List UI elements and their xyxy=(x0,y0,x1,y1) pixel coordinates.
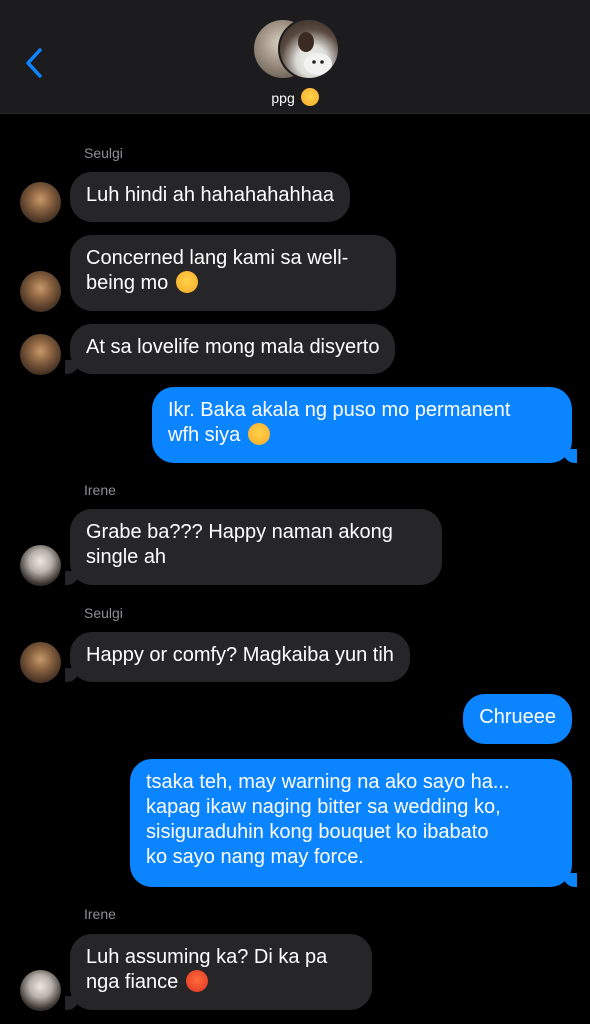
message-bubble-incoming[interactable]: Happy or comfy? Magkaiba yun tih xyxy=(65,632,410,682)
crying-face-icon xyxy=(247,423,270,445)
message-text: Happy or comfy? Magkaiba yun tih xyxy=(86,644,394,666)
conversation-header: ppg xyxy=(0,0,590,114)
pouting-face-icon xyxy=(185,970,208,992)
message-text: Chrueee xyxy=(479,706,556,728)
bubble-tail xyxy=(65,571,79,585)
bubble-tail xyxy=(65,996,79,1010)
message-bubble-incoming[interactable]: Luh assuming ka? Di ka pa nga fiance xyxy=(65,934,372,1010)
message-bubble-outgoing[interactable]: Chrueee xyxy=(463,694,572,744)
bubble-tail xyxy=(65,668,79,682)
message-text: kapag ikaw naging bitter sa wedding ko, xyxy=(146,796,501,818)
avatar[interactable] xyxy=(20,642,61,683)
message-text: Grabe ba??? Happy naman akong xyxy=(86,521,393,543)
chevron-left-icon xyxy=(26,48,42,78)
sender-name: Irene xyxy=(84,482,116,498)
message-text: Luh assuming ka? Di ka pa xyxy=(86,946,328,968)
message-bubble-incoming[interactable]: At sa lovelife mong mala disyerto xyxy=(65,324,396,374)
dog-photo xyxy=(298,32,332,75)
message-text: tsaka teh, may warning na ako sayo ha... xyxy=(146,771,510,793)
message-text: Concerned lang kami sa well- xyxy=(86,247,349,269)
message-text: ko sayo nang may force. xyxy=(146,846,364,868)
bubble-tail xyxy=(563,873,577,887)
bubble-tail xyxy=(65,360,79,374)
message-text: being mo xyxy=(86,272,169,294)
smiling-face-with-hearts-icon xyxy=(300,88,319,106)
message-bubble-incoming[interactable]: Concerned lang kami sa well- being mo xyxy=(70,235,396,311)
bubble-tail xyxy=(563,449,577,463)
message-text: single ah xyxy=(86,546,167,568)
group-avatar[interactable] xyxy=(252,18,340,80)
message-bubble-incoming[interactable]: Grabe ba??? Happy naman akong single ah xyxy=(65,509,442,585)
sender-name: Seulgi xyxy=(84,145,123,161)
message-text: At sa lovelife mong mala disyerto xyxy=(86,336,380,358)
message-bubble-outgoing[interactable]: tsaka teh, may warning na ako sayo ha...… xyxy=(130,759,577,887)
conversation-title[interactable]: ppg xyxy=(0,88,590,106)
message-text: wfh siya xyxy=(168,424,241,446)
message-bubble-incoming[interactable]: Luh hindi ah hahahahahhaa xyxy=(70,172,351,222)
avatar[interactable] xyxy=(20,334,61,375)
sender-name: Irene xyxy=(84,906,116,922)
message-text: nga fiance xyxy=(86,971,179,993)
avatar[interactable] xyxy=(20,182,61,223)
avatar[interactable] xyxy=(20,545,61,586)
back-button[interactable] xyxy=(16,40,52,86)
avatar[interactable] xyxy=(20,970,61,1011)
message-text: sisiguraduhin kong bouquet ko ibabato xyxy=(146,821,489,843)
message-text: Ikr. Baka akala ng puso mo permanent xyxy=(168,399,511,421)
sender-name: Seulgi xyxy=(84,605,123,621)
group-name: ppg xyxy=(271,90,295,106)
smiling-face-with-hearts-icon xyxy=(175,271,198,293)
member-avatar xyxy=(278,18,340,80)
message-bubble-outgoing[interactable]: Ikr. Baka akala ng puso mo permanent wfh… xyxy=(152,387,577,463)
avatar[interactable] xyxy=(20,271,61,312)
message-text: Luh hindi ah hahahahahhaa xyxy=(86,184,335,206)
